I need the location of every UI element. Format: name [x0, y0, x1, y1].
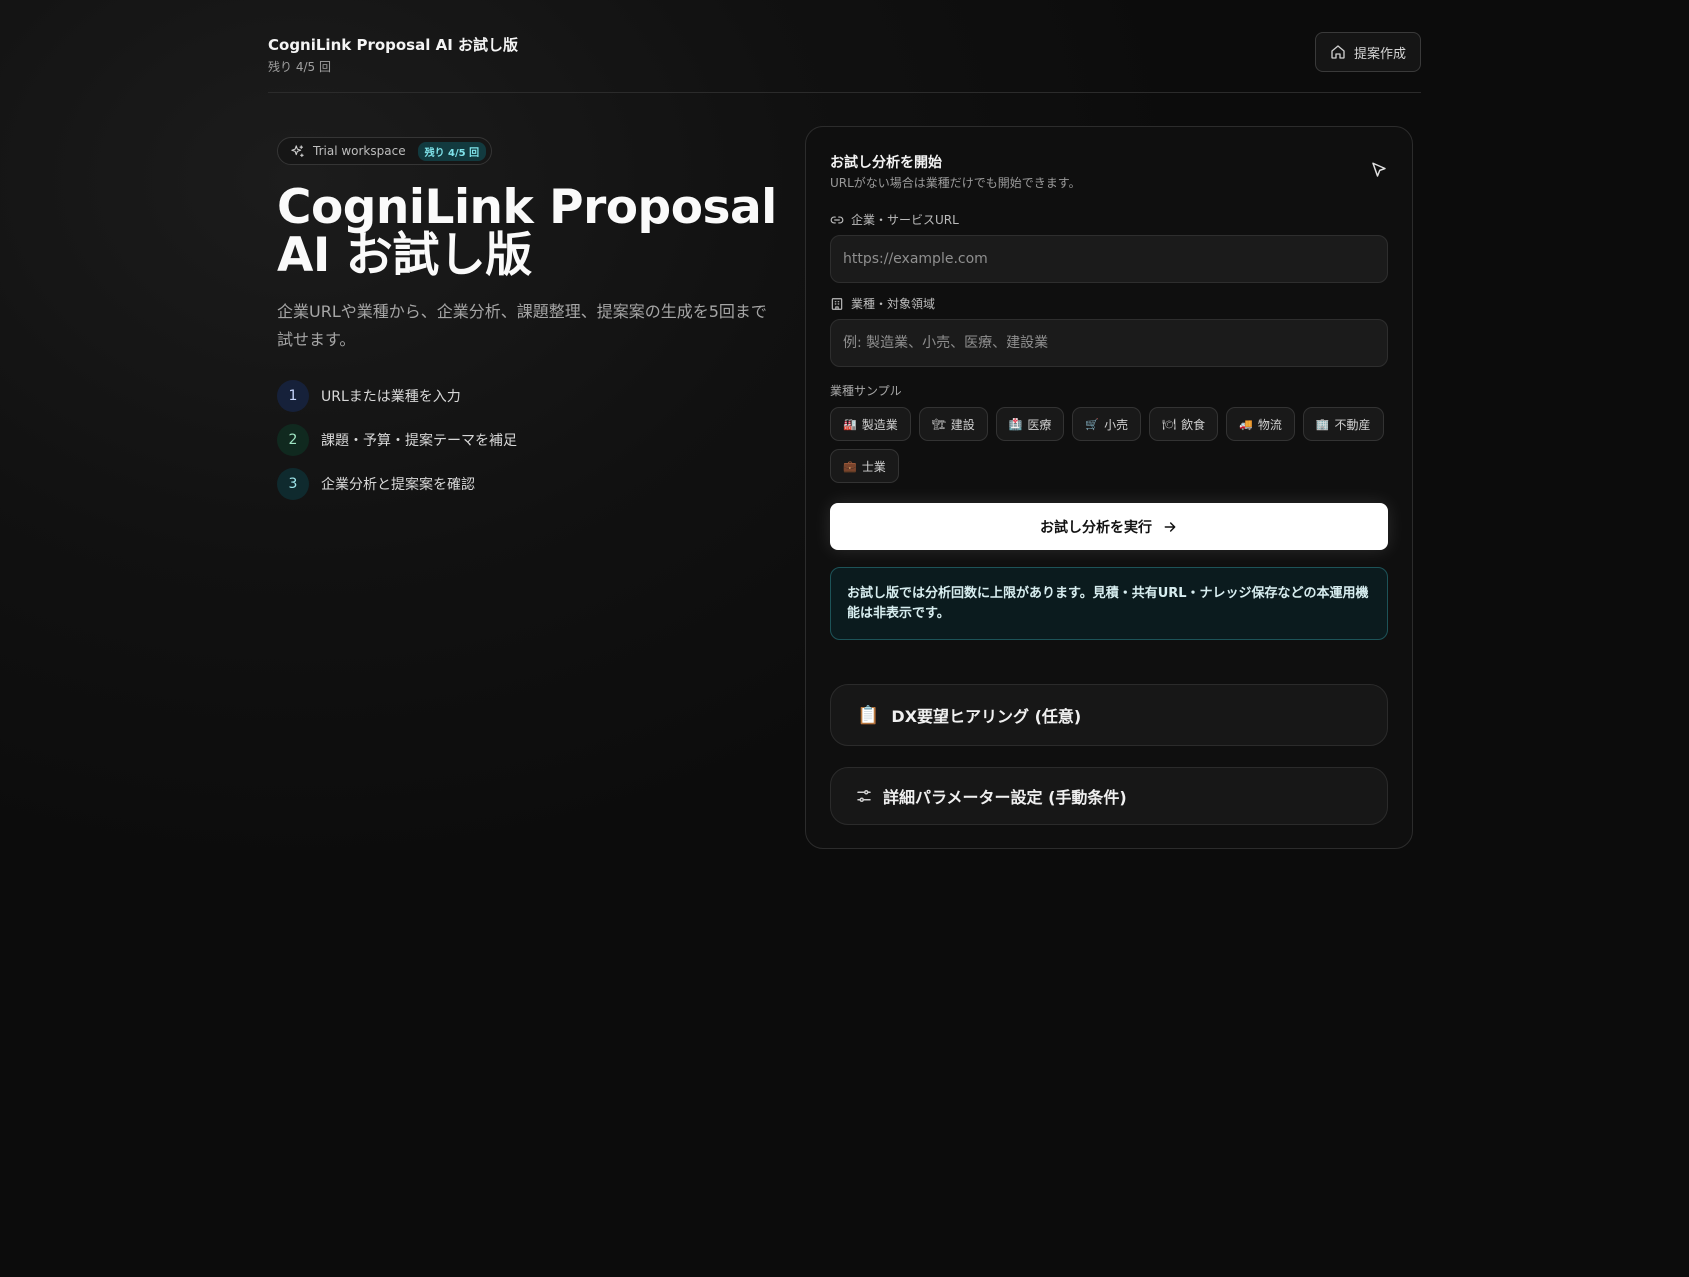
url-input[interactable]	[830, 235, 1388, 283]
chip-label: 小売	[1104, 417, 1129, 432]
detail-params-label: 詳細パラメーター設定 (手動条件)	[883, 788, 1127, 807]
badge-label: Trial workspace	[313, 144, 406, 158]
cart-icon: 🛒	[1085, 417, 1100, 431]
industry-field-label: 業種・対象領域	[830, 295, 935, 312]
construction-icon: 🏗	[931, 417, 946, 431]
samples-label: 業種サンプル	[830, 384, 902, 398]
dx-hearing-label: DX要望ヒアリング (任意)	[891, 707, 1082, 726]
step-label: 課題・予算・提案テーマを補足	[321, 433, 517, 449]
sample-chip-real-estate[interactable]: 🏢 不動産	[1302, 407, 1384, 441]
chip-label: 物流	[1257, 417, 1282, 432]
industry-input[interactable]	[830, 319, 1388, 367]
remaining-pill: 残り 4/5 回	[417, 141, 487, 161]
step-label: URLまたは業種を入力	[321, 389, 461, 405]
url-label-text: 企業・サービスURL	[851, 213, 959, 227]
hero-title-line1: CogniLink Proposal	[277, 180, 777, 235]
url-field-label: 企業・サービスURL	[830, 211, 959, 228]
step-number: 1	[277, 380, 309, 412]
steps-list: 1 URLまたは業種を入力 2 課題・予算・提案テーマを補足 3 企業分析と提案…	[277, 380, 517, 512]
step-number: 2	[277, 424, 309, 456]
sample-chip-logistics[interactable]: 🚚 物流	[1226, 407, 1295, 441]
proposal-create-label: 提案作成	[1353, 46, 1406, 62]
card-title: お試し分析を開始	[830, 155, 942, 171]
cursor-pointer-icon	[1370, 161, 1388, 179]
chip-label: 医療	[1027, 417, 1052, 432]
factory-icon: 🏭	[843, 417, 857, 431]
home-icon	[1330, 44, 1346, 60]
trial-workspace-badge: Trial workspace 残り 4/5 回	[277, 137, 492, 165]
chip-label: 飲食	[1181, 417, 1206, 432]
office-building-icon: 🏢	[1315, 417, 1330, 431]
clipboard-icon: 📋	[857, 704, 880, 726]
remaining-count: 残り 4/5 回	[268, 60, 331, 74]
run-trial-analysis-button[interactable]: お試し分析を実行	[830, 503, 1388, 550]
step-item: 2 課題・予算・提案テーマを補足	[277, 424, 517, 456]
building-icon	[830, 297, 844, 311]
sample-chip-manufacturing[interactable]: 🏭 製造業	[830, 407, 911, 441]
trial-analysis-card: お試し分析を開始 URLがない場合は業種だけでも開始できます。 企業・サービスU…	[805, 126, 1413, 849]
chip-label: 建設	[950, 417, 975, 432]
plate-icon: 🍽	[1162, 417, 1177, 431]
link-icon	[830, 213, 844, 227]
truck-icon: 🚚	[1239, 417, 1253, 431]
hospital-icon: 🏥	[1008, 417, 1023, 431]
briefcase-icon: 💼	[843, 459, 857, 473]
sample-chip-food[interactable]: 🍽 飲食	[1149, 407, 1219, 441]
sliders-icon	[855, 787, 873, 805]
app-title: CogniLink Proposal AI お試し版	[268, 36, 519, 54]
industry-label-text: 業種・対象領域	[851, 297, 936, 311]
step-item: 1 URLまたは業種を入力	[277, 380, 517, 412]
chip-label: 不動産	[1334, 417, 1371, 432]
step-label: 企業分析と提案案を確認	[321, 477, 475, 493]
sample-chip-professional[interactable]: 💼 士業	[830, 449, 899, 483]
chip-label: 製造業	[861, 417, 898, 432]
hero-description: 企業URLや業種から、企業分析、課題整理、提案案の生成を5回まで試せます。	[277, 302, 767, 349]
top-header: CogniLink Proposal AI お試し版 残り 4/5 回 提案作成	[268, 26, 1421, 93]
sample-chip-retail[interactable]: 🛒 小売	[1072, 407, 1142, 441]
step-item: 3 企業分析と提案案を確認	[277, 468, 517, 500]
proposal-create-button[interactable]: 提案作成	[1315, 32, 1421, 72]
hero-title-line2: AI お試し版	[277, 228, 532, 283]
card-subtitle: URLがない場合は業種だけでも開始できます。	[830, 176, 1081, 190]
sample-chip-construction[interactable]: 🏗 建設	[918, 407, 988, 441]
run-button-label: お試し分析を実行	[1040, 518, 1152, 535]
arrow-right-icon	[1162, 519, 1178, 535]
sample-chip-medical[interactable]: 🏥 医療	[995, 407, 1065, 441]
chip-label: 士業	[861, 459, 886, 474]
sparkles-icon	[290, 144, 305, 159]
step-number: 3	[277, 468, 309, 500]
hero-title: CogniLink Proposal AI お試し版	[277, 184, 777, 280]
dx-hearing-accordion[interactable]: 📋 DX要望ヒアリング (任意)	[830, 684, 1388, 746]
trial-limit-notice: お試し版では分析回数に上限があります。見積・共有URL・ナレッジ保存などの本運用…	[830, 567, 1388, 640]
industry-sample-chips: 🏭 製造業 🏗 建設 🏥 医療 🛒 小売 🍽 飲食 🚚 物流 🏢 不動産 💼 士業	[830, 407, 1392, 483]
detail-params-accordion[interactable]: 詳細パラメーター設定 (手動条件)	[830, 767, 1388, 825]
